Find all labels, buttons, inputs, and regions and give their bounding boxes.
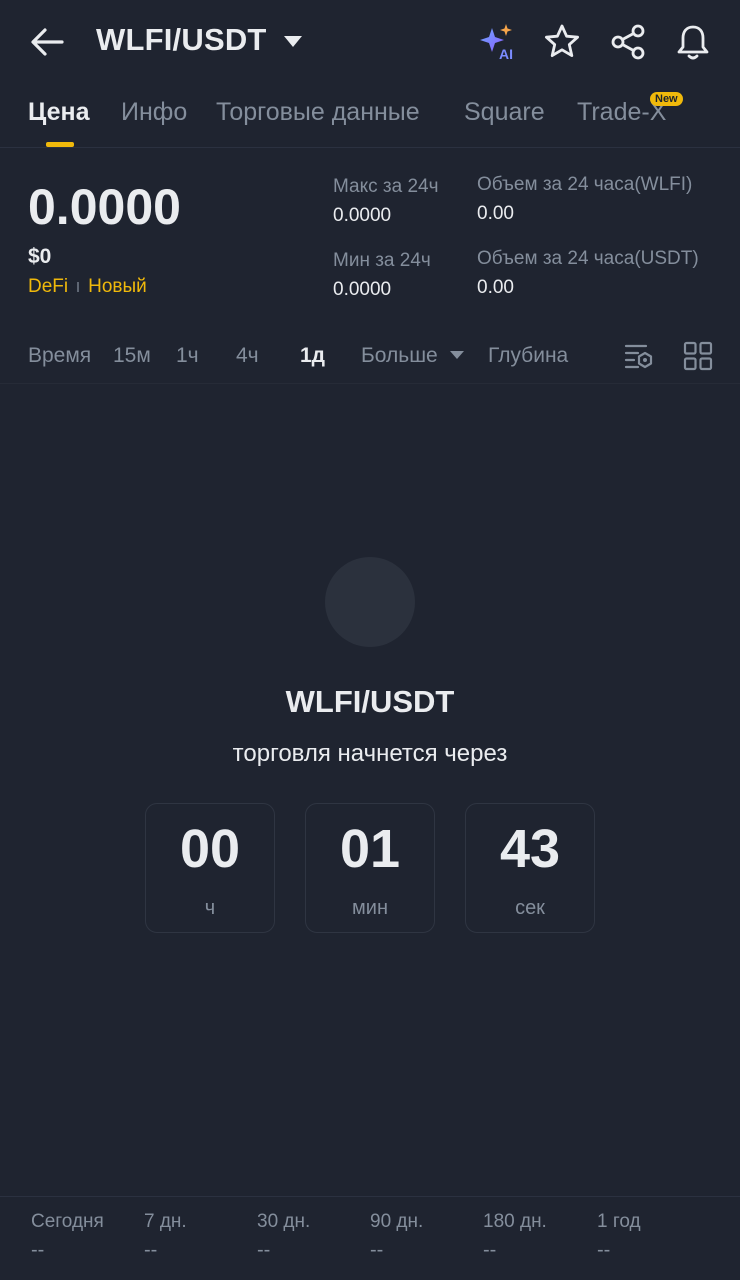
perf-today: Сегодня -- xyxy=(31,1211,104,1262)
tab-info[interactable]: Инфо xyxy=(121,98,187,127)
low-24h-label: Мин за 24ч xyxy=(333,250,431,271)
volume-quote-label: Объем за 24 часа(USDT) xyxy=(477,248,699,269)
ai-icon-label: AI xyxy=(499,46,513,62)
perf-7d: 7 дн. -- xyxy=(144,1211,187,1262)
category-tags: DeFi Новый xyxy=(28,276,147,298)
perf-label: 180 дн. xyxy=(483,1211,547,1232)
star-icon[interactable] xyxy=(542,22,582,62)
volume-base-label: Объем за 24 часа(WLFI) xyxy=(477,174,693,195)
countdown-seconds-unit: сек xyxy=(515,897,545,919)
tab-price[interactable]: Цена xyxy=(28,98,89,127)
perf-label: Сегодня xyxy=(31,1211,104,1232)
perf-180d: 180 дн. -- xyxy=(483,1211,547,1262)
countdown-pair: WLFI/USDT xyxy=(285,684,455,719)
volume-quote-value: 0.00 xyxy=(477,277,514,298)
ai-sparkle-icon[interactable]: AI xyxy=(476,22,516,62)
countdown-seconds-box: 43 сек xyxy=(465,803,595,933)
perf-value: -- xyxy=(597,1239,611,1261)
perf-value: -- xyxy=(31,1239,45,1261)
countdown-hours-box: 00 ч xyxy=(145,803,275,933)
depth-tab[interactable]: Глубина xyxy=(488,344,568,368)
interval-15m[interactable]: 15м xyxy=(113,344,151,368)
main-tabs: Цена Инфо Торговые данные Square Trade-X xyxy=(0,84,740,148)
interval-1d[interactable]: 1д xyxy=(300,344,325,368)
tag-new[interactable]: Новый xyxy=(88,276,147,298)
bell-icon[interactable] xyxy=(673,22,713,62)
caret-down-icon[interactable] xyxy=(450,351,464,359)
share-icon[interactable] xyxy=(608,22,648,62)
perf-value: -- xyxy=(144,1239,158,1261)
countdown-minutes-box: 01 мин xyxy=(305,803,435,933)
perf-1y: 1 год -- xyxy=(597,1211,641,1262)
perf-30d: 30 дн. -- xyxy=(257,1211,310,1262)
countdown-minutes-unit: мин xyxy=(352,897,388,919)
new-badge: New xyxy=(650,92,683,106)
price-usd: $0 xyxy=(28,245,52,268)
interval-4h[interactable]: 4ч xyxy=(236,344,259,368)
perf-label: 7 дн. xyxy=(144,1211,187,1232)
back-arrow-icon[interactable] xyxy=(28,24,66,60)
tag-defi[interactable]: DeFi xyxy=(28,276,68,298)
interval-1h[interactable]: 1ч xyxy=(176,344,199,368)
perf-label: 30 дн. xyxy=(257,1211,311,1232)
high-24h-value: 0.0000 xyxy=(333,205,392,226)
tag-divider xyxy=(77,282,80,292)
low-24h-value: 0.0000 xyxy=(333,279,392,300)
countdown-hours: 00 xyxy=(179,819,241,879)
countdown-minutes: 01 xyxy=(339,819,401,879)
coin-logo-placeholder xyxy=(325,557,415,647)
volume-base-value: 0.00 xyxy=(477,203,514,224)
countdown-seconds: 43 xyxy=(499,819,561,879)
perf-90d: 90 дн. -- xyxy=(370,1211,423,1262)
layout-grid-icon[interactable] xyxy=(683,341,713,371)
chart-interval-bar: Время 15м 1ч 4ч 1д Больше Глубина xyxy=(0,330,740,384)
perf-label: 90 дн. xyxy=(370,1211,424,1232)
countdown-subtitle: торговля начнется через xyxy=(232,740,508,767)
tab-square[interactable]: Square xyxy=(464,98,545,127)
perf-value: -- xyxy=(257,1239,271,1261)
tab-trading-data[interactable]: Торговые данные xyxy=(216,98,420,127)
perf-value: -- xyxy=(483,1239,497,1261)
performance-bar: Сегодня -- 7 дн. -- 30 дн. -- 90 дн. -- … xyxy=(0,1196,740,1280)
indicator-settings-icon[interactable] xyxy=(624,341,654,371)
interval-more[interactable]: Больше xyxy=(361,344,438,368)
top-header: WLFI/USDT AI xyxy=(0,0,740,84)
perf-label: 1 год xyxy=(597,1211,641,1232)
countdown-hours-unit: ч xyxy=(204,897,216,919)
perf-value: -- xyxy=(370,1239,384,1261)
interval-time[interactable]: Время xyxy=(28,344,91,368)
active-tab-indicator xyxy=(46,142,74,147)
high-24h-label: Макс за 24ч xyxy=(333,176,439,197)
last-price: 0.0000 xyxy=(28,179,181,235)
chevron-down-icon[interactable] xyxy=(284,36,302,47)
pair-title[interactable]: WLFI/USDT xyxy=(96,22,267,58)
